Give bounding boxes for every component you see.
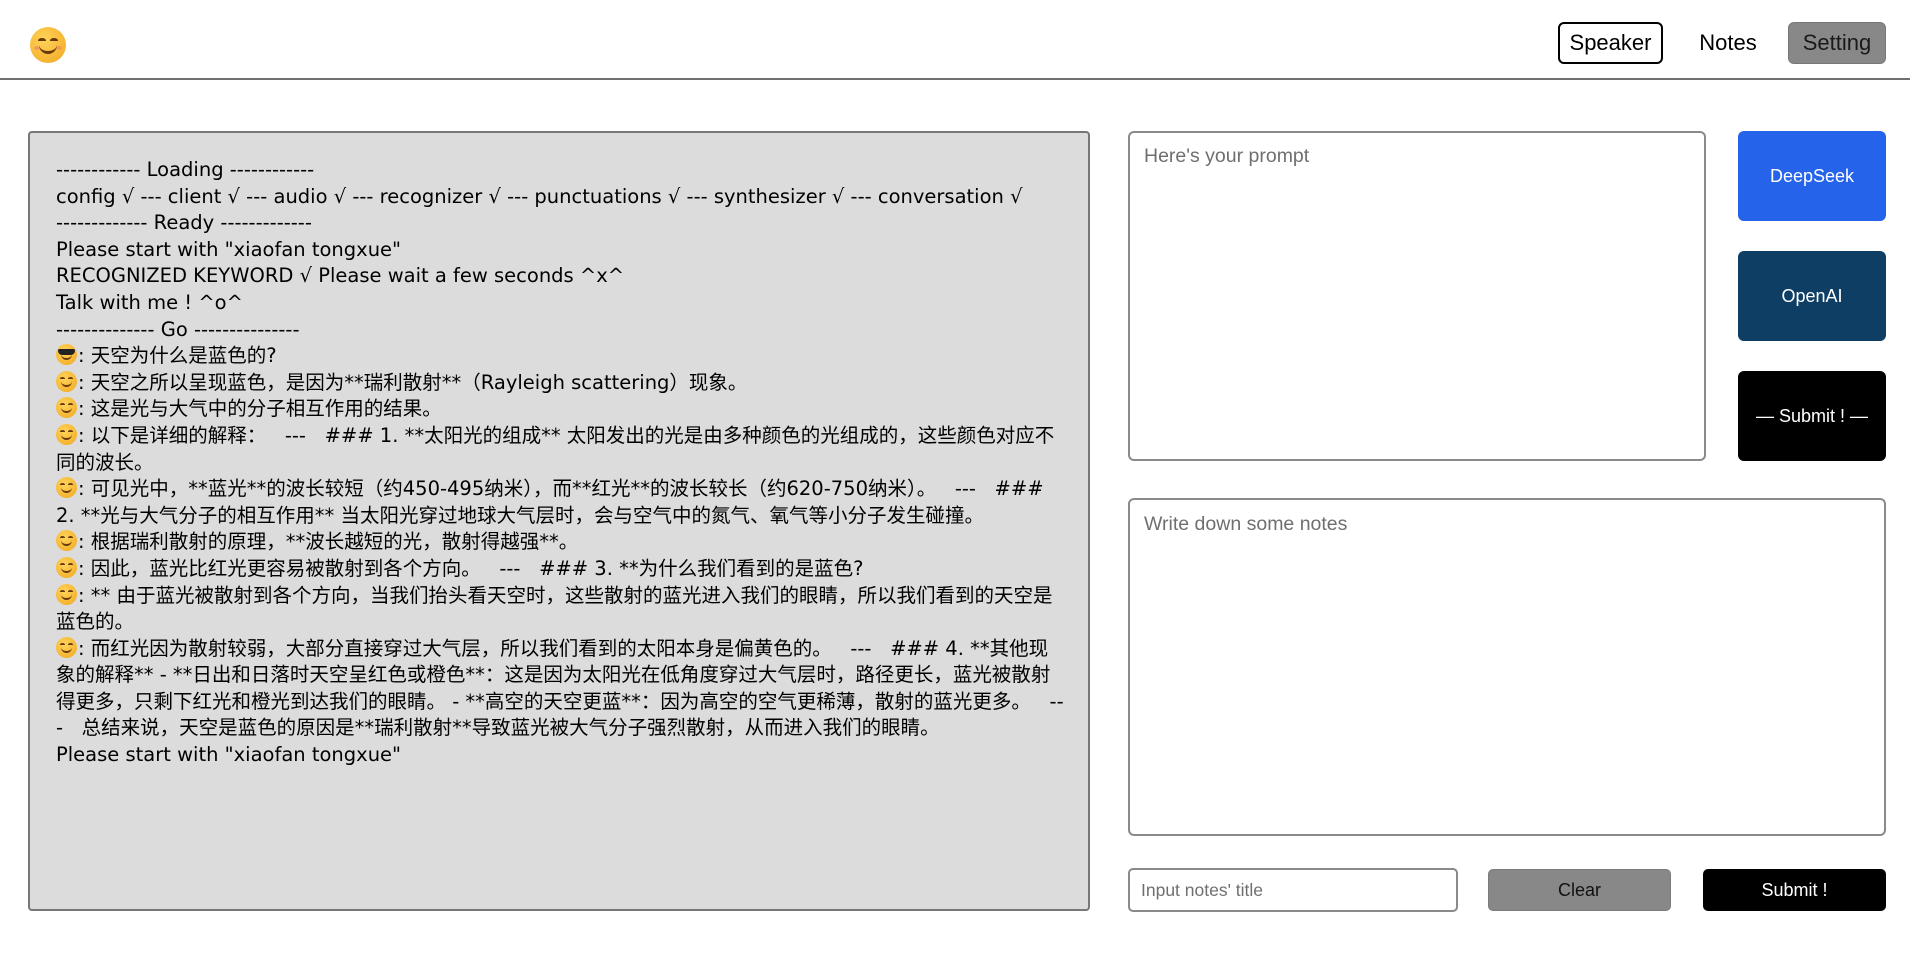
deepseek-button[interactable]: DeepSeek (1738, 131, 1886, 221)
log-line-text: : 可见光中，**蓝光**的波长较短（约450-495纳米），而**红光**的波… (56, 477, 1050, 527)
submit-prompt-button[interactable]: — Submit ! — (1738, 371, 1886, 461)
notes-input[interactable] (1128, 498, 1886, 836)
log-line-text: Talk with me ! ^o^ (56, 290, 243, 314)
log-line-text: : 天空之所以呈现蓝色，是因为**瑞利散射**（Rayleigh scatter… (78, 370, 748, 394)
log-line: Please start with "xiaofan tongxue" (56, 742, 1064, 769)
log-line: ------------ Loading ------------ (56, 157, 1064, 184)
smiling-face-icon (56, 583, 77, 605)
log-line: : 这是光与大气中的分子相互作用的结果。 (56, 396, 1064, 423)
log-line: Talk with me ! ^o^ (56, 290, 1064, 317)
log-line-text: Please start with "xiaofan tongxue" (56, 743, 402, 767)
nav-setting-button[interactable]: Setting (1788, 22, 1886, 64)
prompt-input[interactable] (1128, 131, 1706, 461)
log-line: : 以下是详细的解释： --- ### 1. **太阳光的组成** 太阳发出的光… (56, 423, 1064, 476)
smiling-face-icon (56, 397, 77, 419)
log-line-text: ------------- Ready ------------- (56, 211, 312, 235)
sunglasses-face-icon (56, 344, 77, 366)
log-line-text: RECOGNIZED KEYWORD √ Please wait a few s… (56, 264, 625, 288)
log-line-text: : 这是光与大气中的分子相互作用的结果。 (78, 397, 442, 421)
log-line-text: : 而红光因为散射较弱，大部分直接穿过大气层，所以我们看到的太阳本身是偏黄色的。… (56, 636, 1064, 740)
smiling-face-icon (56, 530, 77, 552)
log-line: Please start with "xiaofan tongxue" (56, 237, 1064, 264)
log-line: RECOGNIZED KEYWORD √ Please wait a few s… (56, 263, 1064, 290)
log-line: : ** 由于蓝光被散射到各个方向，当我们抬头看天空时，这些散射的蓝光进入我们的… (56, 583, 1064, 636)
nav-notes-button[interactable]: Notes (1683, 22, 1773, 64)
log-line-text: : 根据瑞利散射的原理，**波长越短的光，散射得越强**。 (78, 530, 579, 554)
log-line-text: : ** 由于蓝光被散射到各个方向，当我们抬头看天空时，这些散射的蓝光进入我们的… (56, 583, 1053, 634)
log-line-text: config √ --- client √ --- audio √ --- re… (56, 184, 1023, 208)
openai-button[interactable]: OpenAI (1738, 251, 1886, 341)
clear-button[interactable]: Clear (1488, 869, 1671, 911)
log-line-text: : 因此，蓝光比红光更容易被散射到各个方向。 --- ### 3. **为什么我… (78, 556, 864, 580)
log-line: : 而红光因为散射较弱，大部分直接穿过大气层，所以我们看到的太阳本身是偏黄色的。… (56, 636, 1064, 742)
top-header: Speaker Notes Setting (0, 0, 1910, 80)
smiling-face-icon[interactable] (30, 27, 66, 63)
log-line-text: Please start with "xiaofan tongxue" (56, 237, 402, 261)
log-line: ------------- Ready ------------- (56, 210, 1064, 237)
submit-notes-button[interactable]: Submit ! (1703, 869, 1886, 911)
smiling-face-icon (56, 370, 77, 392)
log-line-text: -------------- Go --------------- (56, 317, 300, 341)
log-line: : 根据瑞利散射的原理，**波长越短的光，散射得越强**。 (56, 529, 1064, 556)
smiling-face-icon (56, 636, 77, 658)
nav-speaker-button[interactable]: Speaker (1558, 22, 1663, 64)
smiling-face-icon (56, 423, 77, 445)
log-line: -------------- Go --------------- (56, 317, 1064, 344)
log-line: : 因此，蓝光比红光更容易被散射到各个方向。 --- ### 3. **为什么我… (56, 556, 1064, 583)
log-line: config √ --- client √ --- audio √ --- re… (56, 184, 1064, 211)
notes-title-input[interactable] (1128, 868, 1458, 912)
log-line-text: : 天空为什么是蓝色的? (78, 344, 277, 368)
log-line-text: : 以下是详细的解释： --- ### 1. **太阳光的组成** 太阳发出的光… (56, 423, 1055, 474)
log-line: : 天空为什么是蓝色的? (56, 343, 1064, 370)
log-line: : 可见光中，**蓝光**的波长较短（约450-495纳米），而**红光**的波… (56, 476, 1064, 529)
conversation-log[interactable]: ------------ Loading ------------ config … (28, 131, 1090, 911)
log-line-text: ------------ Loading ------------ (56, 158, 315, 181)
smiling-face-icon (56, 477, 77, 499)
smiling-face-icon (56, 556, 77, 578)
log-line: : 天空之所以呈现蓝色，是因为**瑞利散射**（Rayleigh scatter… (56, 370, 1064, 397)
